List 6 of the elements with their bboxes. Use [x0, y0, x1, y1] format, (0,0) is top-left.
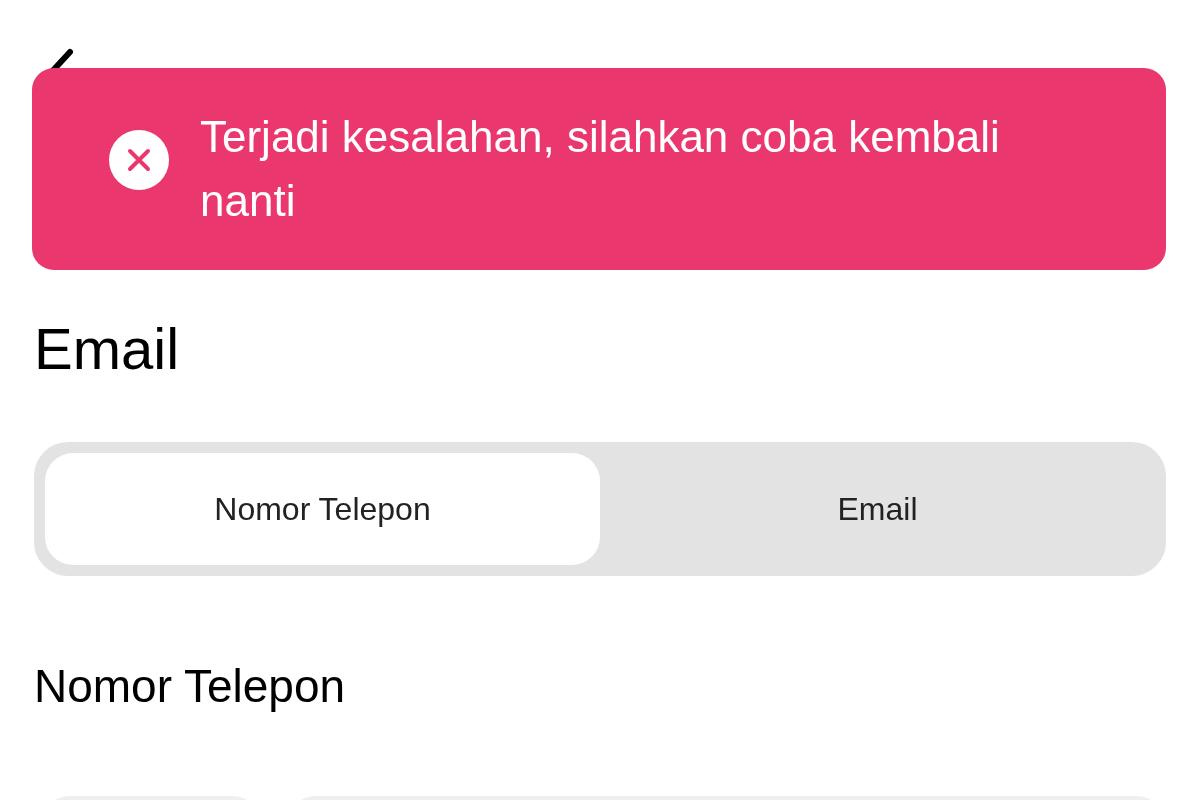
- page-heading: Email: [34, 315, 180, 383]
- field-label: Nomor Telepon: [34, 659, 347, 714]
- error-message: Terjadi kesalahan, silahkan coba kembali nanti: [200, 111, 1001, 227]
- segment-tab[interactable]: Nomor Telepon: [45, 453, 600, 565]
- segment-tab[interactable]: Email: [600, 453, 1155, 565]
- error-icon: [108, 129, 170, 191]
